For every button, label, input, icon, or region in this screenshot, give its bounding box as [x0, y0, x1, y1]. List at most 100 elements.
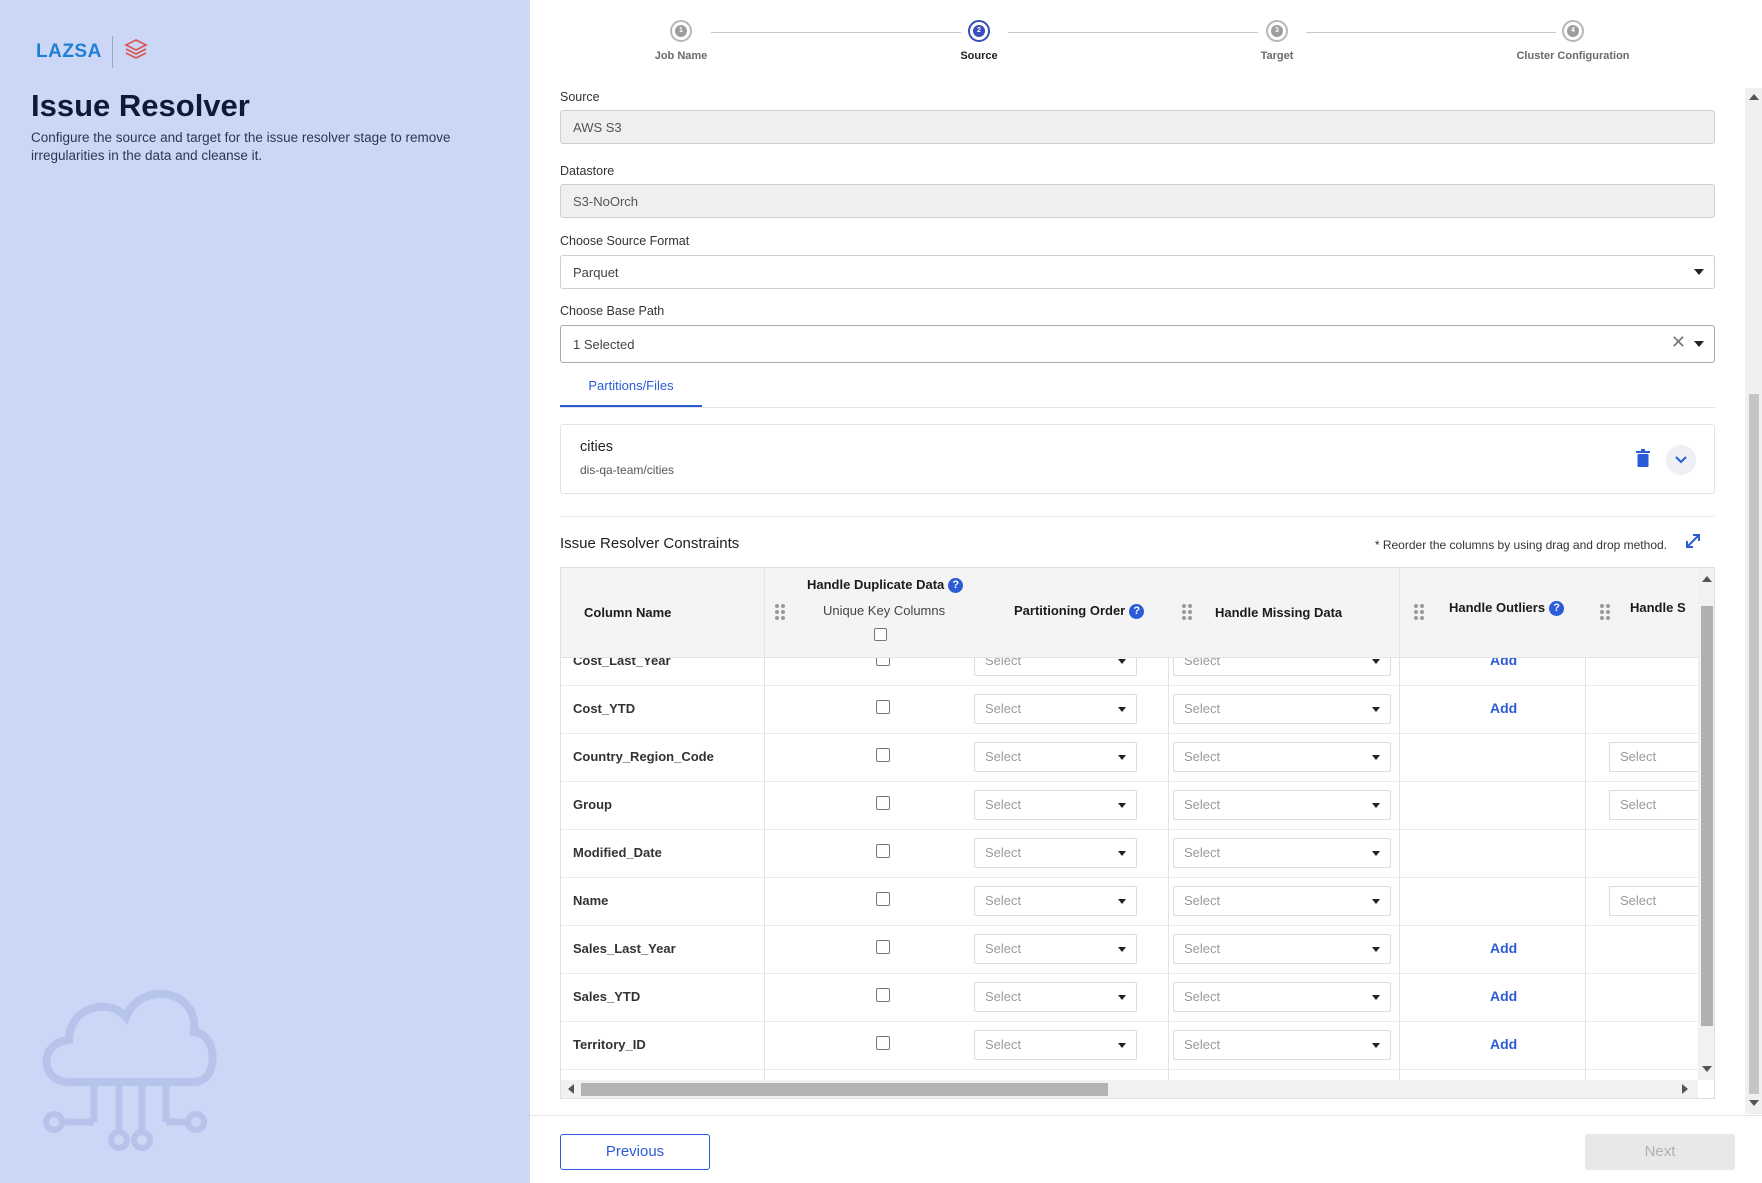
select-placeholder: Select	[1184, 845, 1221, 860]
scroll-left-icon[interactable]	[568, 1084, 574, 1094]
column-name-cell: Sales_Last_Year	[573, 941, 676, 956]
partitioning-order-select[interactable]: Select	[974, 694, 1137, 724]
unique-key-checkbox[interactable]	[876, 988, 890, 1002]
handle-s-select[interactable]: Select	[1609, 742, 1698, 772]
handle-missing-select[interactable]: Select	[1173, 1030, 1391, 1060]
add-outliers-link[interactable]: Add	[1490, 988, 1517, 1004]
caret-down-icon	[1118, 755, 1126, 760]
scroll-down-icon[interactable]	[1702, 1066, 1712, 1072]
logo-text: LAZSA	[36, 41, 102, 62]
add-outliers-link[interactable]: Add	[1490, 700, 1517, 716]
add-outliers-link[interactable]: Add	[1490, 940, 1517, 956]
source-field: AWS S3	[560, 110, 1715, 144]
base-path-select[interactable]: 1 Selected ✕	[560, 325, 1715, 363]
handle-missing-select[interactable]: Select	[1173, 886, 1391, 916]
unique-key-checkbox[interactable]	[876, 844, 890, 858]
select-placeholder: Select	[985, 893, 1022, 908]
caret-down-icon	[1118, 899, 1126, 904]
unique-key-checkbox[interactable]	[876, 1036, 890, 1050]
column-name-cell: Sales_YTD	[573, 989, 641, 1004]
step-indicator: 4	[1562, 20, 1584, 42]
unique-key-checkbox[interactable]	[876, 700, 890, 714]
step-job-name[interactable]: 1 Job Name	[601, 20, 761, 62]
handle-missing-select[interactable]: Select	[1173, 982, 1391, 1012]
previous-button[interactable]: Previous	[560, 1134, 710, 1170]
handle-s-select[interactable]: Select	[1609, 886, 1698, 916]
expand-button[interactable]	[1666, 445, 1696, 475]
column-divider	[1168, 638, 1169, 1080]
handle-s-select[interactable]: Select	[1609, 790, 1698, 820]
step-label: Target	[1260, 50, 1294, 62]
partition-title: cities	[580, 439, 614, 455]
step-source[interactable]: 2 Source	[899, 20, 1059, 62]
source-format-select[interactable]: Parquet	[560, 255, 1715, 289]
unique-key-checkbox[interactable]	[876, 940, 890, 954]
step-cluster-configuration[interactable]: 4 Cluster Configuration	[1493, 20, 1653, 62]
reorder-note: * Reorder the columns by using drag and …	[1374, 538, 1667, 552]
drag-handle-icon[interactable]	[1414, 604, 1424, 620]
cloud-circuit-icon	[34, 972, 224, 1157]
partitioning-order-select[interactable]: Select	[974, 742, 1137, 772]
column-name-cell: Territory_ID	[573, 1037, 646, 1052]
help-icon[interactable]: ?	[1129, 604, 1145, 620]
table-row: Group Select Select Select	[561, 782, 1698, 830]
help-icon[interactable]: ?	[1549, 601, 1565, 617]
source-value: AWS S3	[573, 119, 622, 135]
caret-down-icon	[1372, 755, 1380, 760]
caret-down-icon	[1118, 803, 1126, 808]
next-button[interactable]: Next	[1585, 1134, 1735, 1170]
partitioning-order-select[interactable]: Select	[974, 790, 1137, 820]
drag-handle-icon[interactable]	[775, 604, 785, 620]
table-row: Name Select Select Select	[561, 878, 1698, 926]
drag-handle-icon[interactable]	[1182, 604, 1192, 620]
select-all-checkbox[interactable]	[874, 628, 887, 641]
scroll-up-icon[interactable]	[1749, 94, 1759, 100]
logo-divider	[111, 36, 113, 68]
column-name-cell: Country_Region_Code	[573, 749, 714, 764]
unique-key-checkbox[interactable]	[876, 892, 890, 906]
unique-key-checkbox[interactable]	[876, 748, 890, 762]
datastore-label: Datastore	[560, 164, 615, 178]
help-icon[interactable]: ?	[948, 578, 964, 594]
page-scrollbar[interactable]	[1745, 88, 1762, 1114]
partitioning-order-select[interactable]: Select	[974, 1030, 1137, 1060]
select-placeholder: Select	[985, 749, 1022, 764]
handle-missing-select[interactable]: Select	[1173, 838, 1391, 868]
grid-horizontal-scrollbar[interactable]	[561, 1080, 1698, 1098]
header-column-name: Column Name	[584, 605, 672, 620]
select-placeholder: Select	[1184, 941, 1221, 956]
scroll-thumb[interactable]	[581, 1083, 1108, 1096]
add-outliers-link[interactable]: Add	[1490, 1036, 1517, 1052]
select-placeholder: Select	[985, 701, 1022, 716]
scroll-up-icon[interactable]	[1702, 576, 1712, 582]
select-placeholder: Select	[1620, 797, 1657, 812]
partitioning-order-select[interactable]: Select	[974, 838, 1137, 868]
partitioning-order-select[interactable]: Select	[974, 982, 1137, 1012]
caret-down-icon	[1372, 995, 1380, 1000]
grid-vertical-scrollbar[interactable]	[1698, 568, 1714, 1080]
trash-icon[interactable]	[1636, 449, 1650, 472]
expand-fullscreen-icon[interactable]	[1684, 532, 1702, 555]
scroll-thumb[interactable]	[1701, 606, 1713, 1026]
column-name-cell: Cost_YTD	[573, 701, 636, 716]
clear-icon[interactable]: ✕	[1671, 332, 1686, 353]
partitioning-order-select[interactable]: Select	[974, 886, 1137, 916]
scroll-right-icon[interactable]	[1682, 1084, 1688, 1094]
scroll-down-icon[interactable]	[1749, 1100, 1759, 1106]
partitioning-order-select[interactable]: Select	[974, 934, 1137, 964]
handle-missing-select[interactable]: Select	[1173, 790, 1391, 820]
header-handle-s: Handle S	[1630, 600, 1686, 615]
handle-missing-select[interactable]: Select	[1173, 694, 1391, 724]
handle-missing-select[interactable]: Select	[1173, 742, 1391, 772]
handle-missing-select[interactable]: Select	[1173, 934, 1391, 964]
unique-key-checkbox[interactable]	[876, 796, 890, 810]
drag-handle-icon[interactable]	[1600, 604, 1610, 620]
partition-path: dis-qa-team/cities	[580, 463, 675, 477]
page-title: Issue Resolver	[31, 88, 250, 123]
chevron-down-icon	[1675, 456, 1687, 464]
table-row: Sales_Last_Year Select Select Add	[561, 926, 1698, 974]
left-panel: LAZSA Issue Resolver Configure the sourc…	[0, 0, 530, 1183]
step-target[interactable]: 3 Target	[1197, 20, 1357, 62]
scroll-thumb[interactable]	[1749, 394, 1759, 1094]
tab-partitions-files[interactable]: Partitions/Files	[560, 372, 702, 408]
